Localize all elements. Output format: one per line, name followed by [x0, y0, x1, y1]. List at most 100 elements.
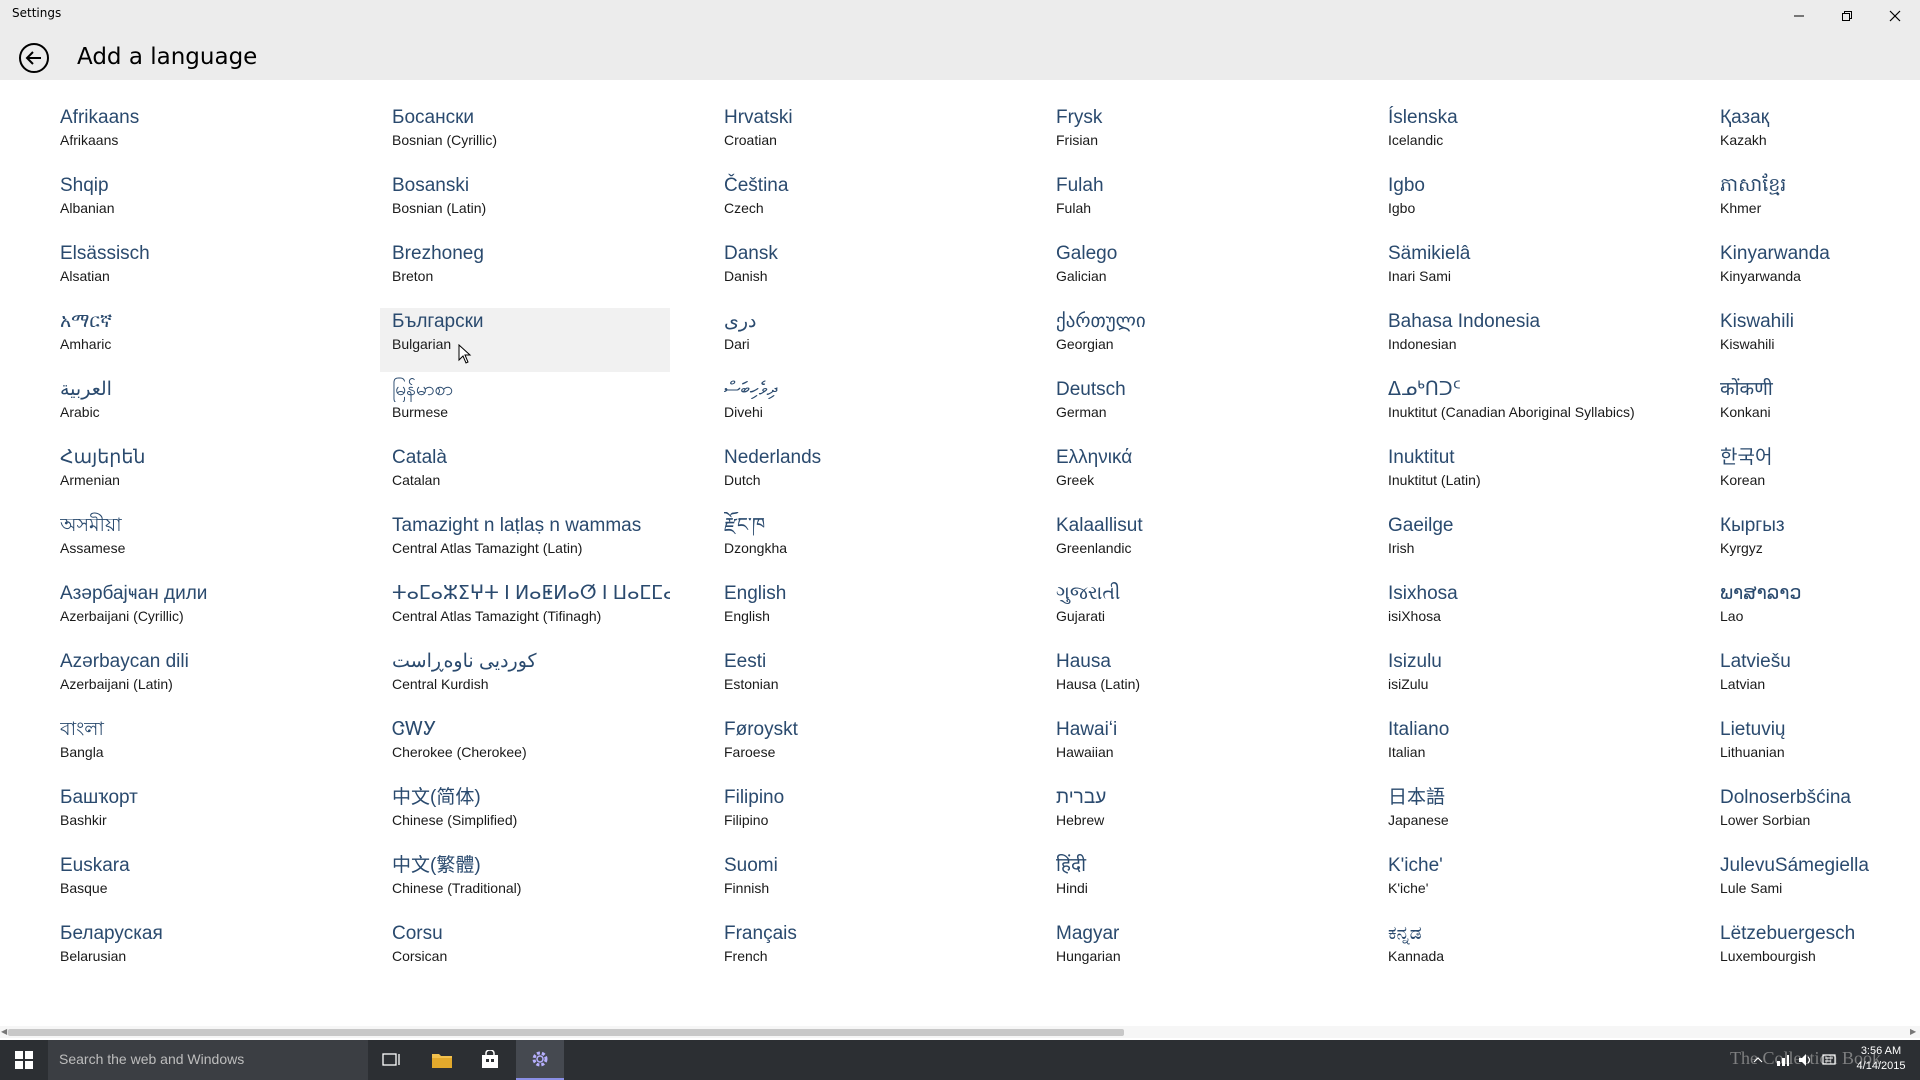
language-item[interactable]: Afrikaans Afrikaans	[48, 104, 338, 168]
title-bar: Settings Add a language	[0, 0, 1920, 80]
language-item[interactable]: Lëtzebuergesch Luxembourgish	[1708, 920, 1920, 984]
language-item[interactable]: မြန်မာစာ Burmese	[380, 376, 670, 440]
chevron-up-icon[interactable]	[1752, 1055, 1764, 1065]
language-item[interactable]: Čeština Czech	[712, 172, 1002, 236]
language-item[interactable]: Dansk Danish	[712, 240, 1002, 304]
language-item[interactable]: 中文(繁體) Chinese (Traditional)	[380, 852, 670, 916]
language-item[interactable]: Corsu Corsican	[380, 920, 670, 984]
language-item[interactable]: Deutsch German	[1044, 376, 1334, 440]
scroll-right-icon[interactable]: ▶	[1910, 1028, 1916, 1036]
language-item[interactable]: Hausa Hausa (Latin)	[1044, 648, 1334, 712]
language-item[interactable]: Føroyskt Faroese	[712, 716, 1002, 780]
scroll-left-icon[interactable]: ◀	[1, 1028, 7, 1036]
language-item[interactable]: Hawaiʻi Hawaiian	[1044, 716, 1334, 780]
language-item[interactable]: JulevuSámegiella Lule Sami	[1708, 852, 1920, 916]
language-item[interactable]: Français French	[712, 920, 1002, 984]
language-item[interactable]: ދިވެހިބަސް Divehi	[712, 376, 1002, 440]
language-item[interactable]: ⵜⴰⵎⴰⵣⵉⵖⵜ ⵏ ⵍⴰⵟⵍⴰⵚ ⵏ ⵡⴰⵎⵎⴰⵙ Central Atlas …	[380, 580, 670, 644]
restore-button[interactable]	[1824, 0, 1870, 32]
language-item[interactable]: Íslenska Icelandic	[1376, 104, 1666, 168]
settings-taskbar-button[interactable]	[516, 1040, 564, 1080]
language-item[interactable]: Башҡорт Bashkir	[48, 784, 338, 848]
language-item[interactable]: Sämikielâ Inari Sami	[1376, 240, 1666, 304]
language-item[interactable]: Suomi Finnish	[712, 852, 1002, 916]
file-explorer-button[interactable]	[418, 1040, 466, 1080]
language-item[interactable]: Isizulu isiZulu	[1376, 648, 1666, 712]
language-item[interactable]: Азәрбајҹан дили Azerbaijani (Cyrillic)	[48, 580, 338, 644]
language-item[interactable]: Босански Bosnian (Cyrillic)	[380, 104, 670, 168]
language-item[interactable]: Bahasa Indonesia Indonesian	[1376, 308, 1666, 372]
language-item[interactable]: Elsässisch Alsatian	[48, 240, 338, 304]
task-view-button[interactable]	[368, 1040, 416, 1080]
language-item[interactable]: 中文(简体) Chinese (Simplified)	[380, 784, 670, 848]
scrollbar-thumb[interactable]	[8, 1029, 1124, 1036]
language-item[interactable]: རྫོང་ཁ Dzongkha	[712, 512, 1002, 576]
language-item[interactable]: ᏣᎳᎩ Cherokee (Cherokee)	[380, 716, 670, 780]
language-item[interactable]: አማርኛ Amharic	[48, 308, 338, 372]
language-item[interactable]: ភាសាខ្មែរ Khmer	[1708, 172, 1920, 236]
language-item[interactable]: ગુજરાતી Gujarati	[1044, 580, 1334, 644]
language-item[interactable]: Magyar Hungarian	[1044, 920, 1334, 984]
start-button[interactable]	[0, 1040, 48, 1080]
language-item[interactable]: العربية Arabic	[48, 376, 338, 440]
store-button[interactable]	[466, 1040, 514, 1080]
language-item[interactable]: हिंदी Hindi	[1044, 852, 1334, 916]
language-item[interactable]: Inuktitut Inuktitut (Latin)	[1376, 444, 1666, 508]
language-item[interactable]: English English	[712, 580, 1002, 644]
language-item[interactable]: Ελληνικά Greek	[1044, 444, 1334, 508]
language-item[interactable]: Български Bulgarian	[380, 308, 670, 372]
language-item[interactable]: Беларуская Belarusian	[48, 920, 338, 984]
language-item[interactable]: Lietuvių Lithuanian	[1708, 716, 1920, 780]
language-item[interactable]: Eesti Estonian	[712, 648, 1002, 712]
language-native-name: Elsässisch	[60, 243, 150, 264]
horizontal-scrollbar[interactable]: ◀ ▶	[0, 1026, 1920, 1038]
language-item[interactable]: Filipino Filipino	[712, 784, 1002, 848]
network-icon[interactable]	[1776, 1053, 1790, 1067]
language-item[interactable]: Қазақ Kazakh	[1708, 104, 1920, 168]
language-item[interactable]: Isixhosa isiXhosa	[1376, 580, 1666, 644]
language-item[interactable]: ᐃᓄᒃᑎᑐᑦ Inuktitut (Canadian Aboriginal Syl…	[1376, 376, 1666, 440]
language-item[interactable]: دری Dari	[712, 308, 1002, 372]
minimize-button[interactable]	[1776, 0, 1822, 32]
language-item[interactable]: Tamazight n laṭlaṣ n wammas Central Atlas…	[380, 512, 670, 576]
language-item[interactable]: বাংলা Bangla	[48, 716, 338, 780]
language-item[interactable]: Fulah Fulah	[1044, 172, 1334, 236]
taskbar-clock[interactable]: 3:56 AM 4/14/2015	[1846, 1044, 1916, 1074]
language-item[interactable]: Nederlands Dutch	[712, 444, 1002, 508]
back-button[interactable]	[16, 40, 52, 76]
language-item[interactable]: Català Catalan	[380, 444, 670, 508]
language-item[interactable]: ພາສາລາວ Lao	[1708, 580, 1920, 644]
language-item[interactable]: Azərbaycan dili Azerbaijani (Latin)	[48, 648, 338, 712]
language-item[interactable]: Italiano Italian	[1376, 716, 1666, 780]
language-item[interactable]: Euskara Basque	[48, 852, 338, 916]
close-button[interactable]	[1872, 0, 1918, 32]
language-item[interactable]: Հայերեն Armenian	[48, 444, 338, 508]
language-item[interactable]: Kinyarwanda Kinyarwanda	[1708, 240, 1920, 304]
language-item[interactable]: Kiswahili Kiswahili	[1708, 308, 1920, 372]
language-item[interactable]: 日本語 Japanese	[1376, 784, 1666, 848]
language-item[interactable]: Shqip Albanian	[48, 172, 338, 236]
language-item[interactable]: Кыргыз Kyrgyz	[1708, 512, 1920, 576]
language-item[interactable]: Igbo Igbo	[1376, 172, 1666, 236]
language-item[interactable]: कोंकणी Konkani	[1708, 376, 1920, 440]
language-item[interactable]: K'iche' K'iche'	[1376, 852, 1666, 916]
taskbar-search-box[interactable]: Search the web and Windows	[48, 1040, 368, 1080]
language-item[interactable]: Hrvatski Croatian	[712, 104, 1002, 168]
volume-icon[interactable]	[1798, 1053, 1814, 1067]
language-item[interactable]: Brezhoneg Breton	[380, 240, 670, 304]
language-item[interactable]: Galego Galician	[1044, 240, 1334, 304]
language-item[interactable]: עברית Hebrew	[1044, 784, 1334, 848]
language-item[interactable]: অসমীয়া Assamese	[48, 512, 338, 576]
language-item[interactable]: Latviešu Latvian	[1708, 648, 1920, 712]
action-center-icon[interactable]	[1822, 1053, 1836, 1067]
language-item[interactable]: Kalaallisut Greenlandic	[1044, 512, 1334, 576]
language-item[interactable]: Frysk Frisian	[1044, 104, 1334, 168]
language-item[interactable]: کوردیی ناوەڕاست Central Kurdish	[380, 648, 670, 712]
language-item[interactable]: 한국어 Korean	[1708, 444, 1920, 508]
language-item[interactable]: ქართული Georgian	[1044, 308, 1334, 372]
language-item[interactable]: Bosanski Bosnian (Latin)	[380, 172, 670, 236]
language-item[interactable]: Dolnoserbšćina Lower Sorbian	[1708, 784, 1920, 848]
language-english-name: Cherokee (Cherokee)	[392, 744, 527, 760]
language-item[interactable]: Gaeilge Irish	[1376, 512, 1666, 576]
language-item[interactable]: ಕನ್ನಡ Kannada	[1376, 920, 1666, 984]
